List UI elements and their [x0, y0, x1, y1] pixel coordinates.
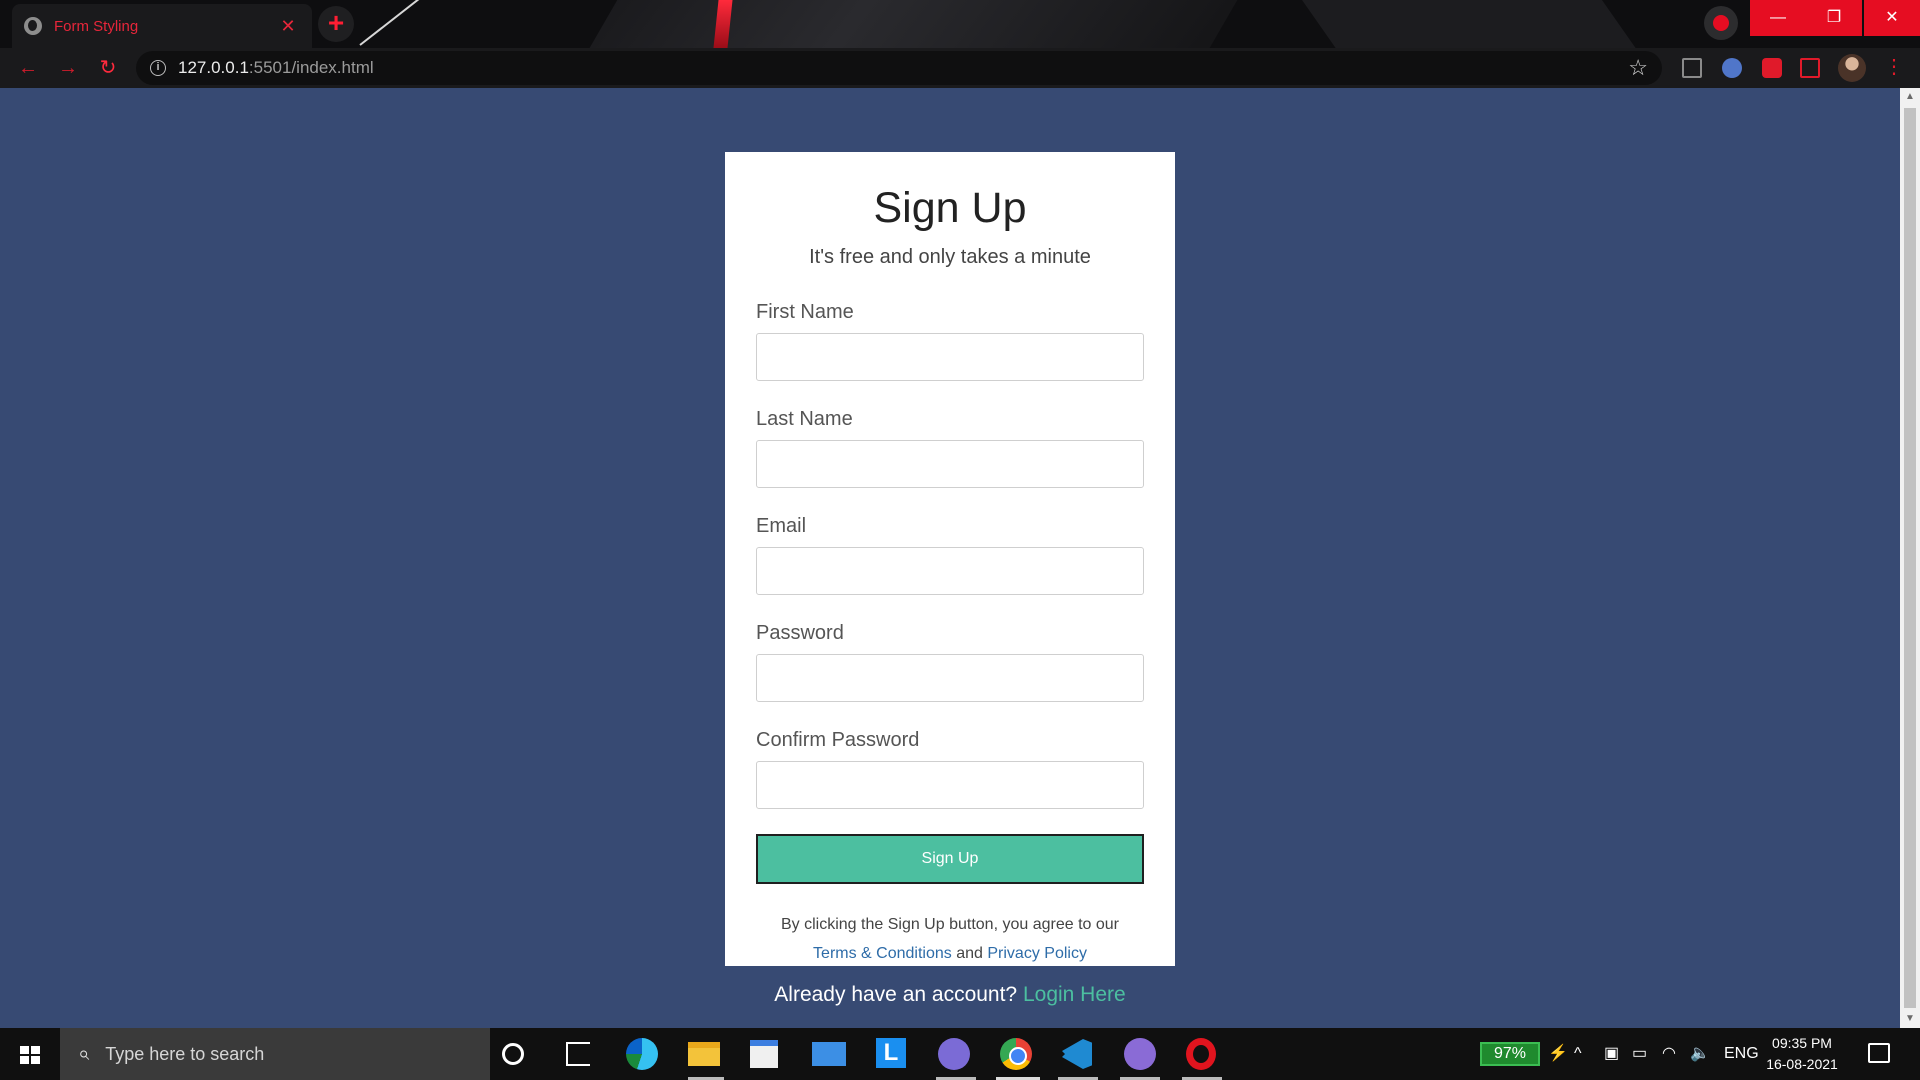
browser-toolbar: ← → ↻ i 127.0.0.1 :5501/index.html ☆ ⋮: [0, 48, 1920, 88]
scroll-down-arrow[interactable]: ▼: [1900, 1010, 1920, 1028]
store-icon[interactable]: [750, 1040, 778, 1068]
notification-center-icon[interactable]: [1868, 1043, 1890, 1063]
globe-icon: [24, 17, 42, 35]
search-placeholder: Type here to search: [105, 1043, 265, 1064]
password-label: Password: [756, 622, 844, 644]
password-field: Password: [756, 621, 1144, 702]
terms-text: By clicking the Sign Up button, you agre…: [756, 910, 1144, 968]
email-field: Email: [756, 514, 1144, 595]
form-title: Sign Up: [873, 184, 1027, 232]
windows-taskbar: ⌕ Type here to search L 97% ⚡ ^ ▣ ▭ ◠ 🔈 …: [0, 1028, 1920, 1080]
start-button[interactable]: [0, 1028, 60, 1080]
confirm-password-label: Confirm Password: [756, 729, 920, 751]
clock[interactable]: 09:35 PM 16-08-2021: [1762, 1033, 1842, 1075]
terms-prefix: By clicking the Sign Up button, you agre…: [781, 916, 1119, 933]
email-input[interactable]: [756, 547, 1144, 595]
browser-titlebar: Form Styling ✕ + — ❐ ✕: [0, 0, 1920, 48]
vscode-icon[interactable]: [1062, 1039, 1092, 1069]
first-name-field: First Name: [756, 300, 1144, 381]
browser-menu-icon[interactable]: ⋮: [1884, 56, 1904, 78]
file-explorer-icon[interactable]: [688, 1042, 720, 1066]
first-name-label: First Name: [756, 301, 854, 323]
mail-icon[interactable]: [812, 1042, 846, 1066]
extensions-puzzle-icon[interactable]: [1762, 58, 1782, 78]
password-input[interactable]: [756, 654, 1144, 702]
plug-icon: ⚡: [1548, 1045, 1568, 1062]
volume-icon[interactable]: 🔈: [1690, 1028, 1710, 1080]
bookmark-star-icon[interactable]: ☆: [1628, 55, 1648, 81]
scroll-thumb[interactable]: [1904, 108, 1916, 1008]
address-bar[interactable]: i 127.0.0.1 :5501/index.html ☆: [136, 51, 1662, 85]
opera-icon[interactable]: [1186, 1038, 1216, 1070]
last-name-field: Last Name: [756, 407, 1144, 488]
battery-percent[interactable]: 97%: [1480, 1042, 1540, 1066]
discord-icon[interactable]: [938, 1038, 970, 1070]
minimize-button[interactable]: —: [1750, 0, 1806, 36]
page-scrollbar[interactable]: ▲ ▼: [1900, 88, 1920, 1028]
window-close-button[interactable]: ✕: [1864, 0, 1920, 36]
chrome-icon[interactable]: [1000, 1038, 1032, 1070]
form-fields: First Name Last Name Email Password Conf…: [756, 300, 1144, 809]
theme-decoration: [559, 0, 1261, 48]
clock-time: 09:35 PM: [1772, 1035, 1832, 1051]
terms-conditions-link[interactable]: Terms & Conditions: [813, 945, 952, 962]
reload-button[interactable]: ↻: [94, 54, 122, 82]
url-path: :5501/index.html: [248, 58, 374, 77]
last-name-input[interactable]: [756, 440, 1144, 488]
form-subtitle: It's free and only takes a minute: [809, 246, 1091, 268]
confirm-password-field: Confirm Password: [756, 728, 1144, 809]
meet-now-icon[interactable]: ▣: [1604, 1028, 1619, 1080]
profile-avatar[interactable]: [1838, 54, 1866, 82]
browser-tab[interactable]: Form Styling ✕: [12, 4, 312, 48]
reading-list-icon[interactable]: [1682, 58, 1702, 78]
media-control-icon[interactable]: [1704, 6, 1738, 40]
url-host: 127.0.0.1: [178, 58, 249, 77]
login-prompt: Already have an account? Login Here: [725, 983, 1175, 1007]
wifi-icon[interactable]: ◠: [1662, 1028, 1676, 1080]
new-tab-button[interactable]: +: [318, 6, 354, 42]
scroll-up-arrow[interactable]: ▲: [1900, 88, 1920, 106]
signup-card: Sign Up It's free and only takes a minut…: [725, 152, 1175, 966]
cortana-icon[interactable]: [502, 1043, 524, 1065]
forward-button[interactable]: →: [54, 54, 82, 82]
theme-decoration: [1287, 0, 1673, 48]
theme-decoration: [359, 0, 424, 46]
restore-button[interactable]: ❐: [1806, 0, 1862, 36]
search-icon: ⌕: [78, 1042, 90, 1065]
language-indicator[interactable]: ENG: [1724, 1028, 1759, 1080]
email-label: Email: [756, 515, 807, 537]
login-prompt-text: Already have an account?: [774, 983, 1018, 1006]
confirm-password-input[interactable]: [756, 761, 1144, 809]
login-link[interactable]: Login Here: [1023, 983, 1126, 1006]
battery-icon[interactable]: ▭: [1632, 1028, 1647, 1080]
site-info-icon[interactable]: i: [150, 60, 166, 76]
tab-close-icon[interactable]: ✕: [276, 16, 300, 37]
cast-icon[interactable]: [1800, 58, 1820, 78]
taskbar-search[interactable]: ⌕ Type here to search: [60, 1028, 490, 1080]
github-desktop-icon[interactable]: [1124, 1038, 1156, 1070]
back-button[interactable]: ←: [14, 54, 42, 82]
last-name-label: Last Name: [756, 408, 853, 430]
l-app-icon[interactable]: L: [876, 1038, 906, 1068]
signup-button[interactable]: Sign Up: [756, 834, 1144, 884]
task-view-icon[interactable]: [566, 1042, 590, 1066]
first-name-input[interactable]: [756, 333, 1144, 381]
clock-date: 16-08-2021: [1766, 1056, 1838, 1072]
edge-icon[interactable]: [626, 1038, 658, 1070]
privacy-policy-link[interactable]: Privacy Policy: [987, 945, 1087, 962]
terms-and: and: [956, 945, 983, 962]
tab-title: Form Styling: [54, 17, 139, 35]
tray-expand-icon[interactable]: ^: [1574, 1028, 1582, 1080]
windows-logo-icon: [20, 1046, 40, 1064]
cursor-extension-icon[interactable]: [1722, 58, 1742, 78]
